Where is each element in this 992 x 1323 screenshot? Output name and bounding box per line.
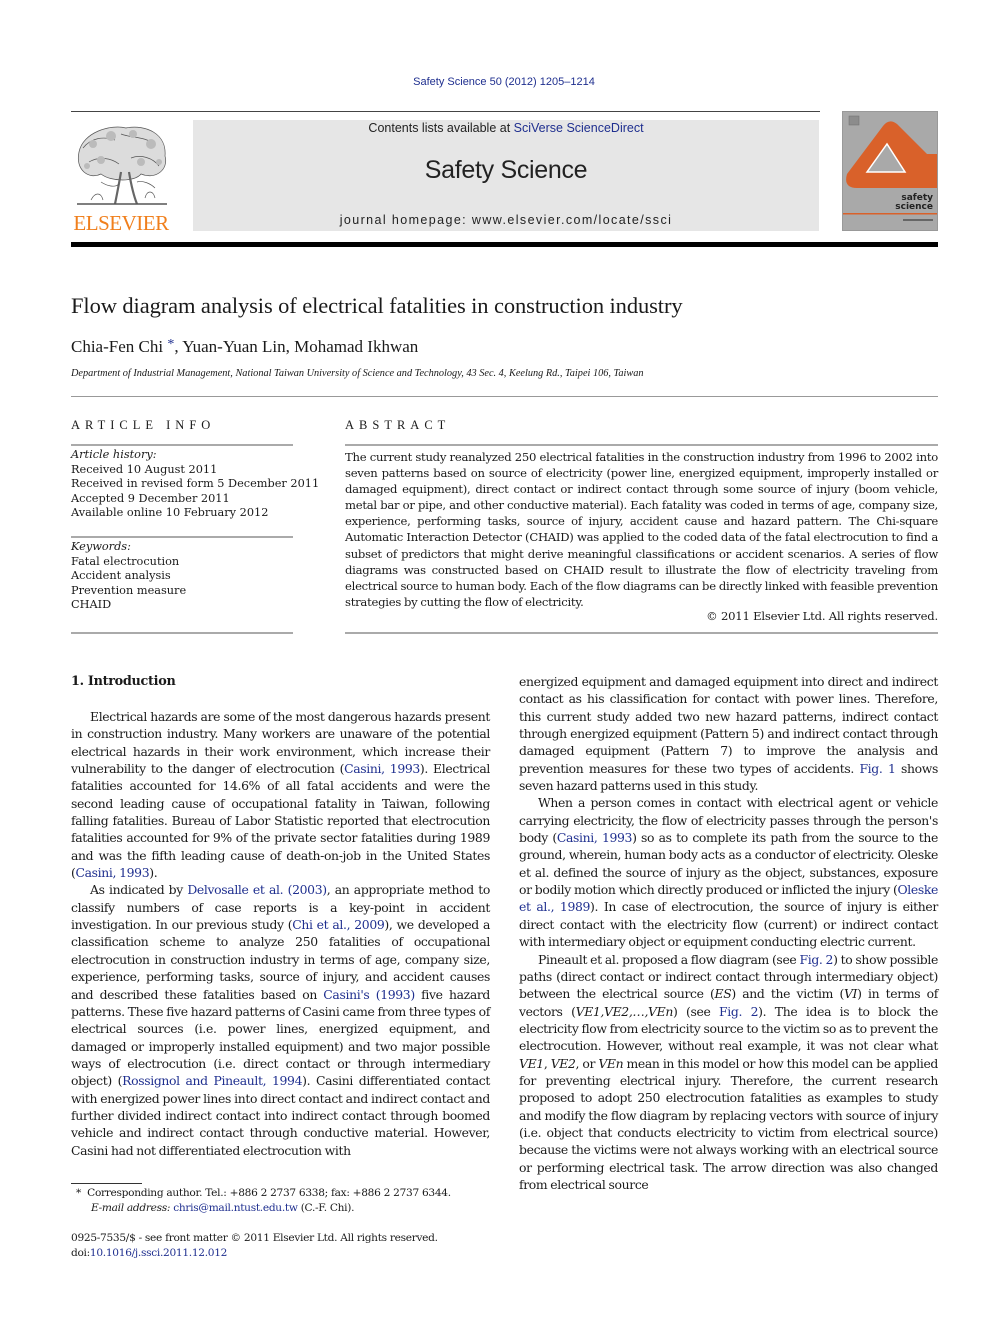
divider bbox=[345, 444, 938, 446]
issn-block: 0925-7535/$ - see front matter © 2011 El… bbox=[71, 1231, 438, 1260]
text-run: , or bbox=[575, 1055, 599, 1071]
citation-link[interactable]: Rossignol and Pineault, 1994 bbox=[122, 1073, 302, 1088]
author-name[interactable]: Chia-Fen Chi bbox=[71, 337, 163, 356]
history-item: Available online 10 February 2012 bbox=[71, 506, 269, 519]
divider bbox=[71, 536, 293, 538]
abstract-heading: ABSTRACT bbox=[345, 418, 451, 432]
email-link[interactable]: chris@mail.ntust.edu.tw bbox=[173, 1202, 298, 1214]
article-info-heading: ARTICLE INFO bbox=[71, 418, 216, 432]
article-title: Flow diagram analysis of electrical fata… bbox=[71, 293, 683, 318]
text-run: ). Electrical fatalities accounted for 1… bbox=[71, 761, 490, 881]
text-run: ) and the victim ( bbox=[731, 986, 844, 1002]
elsevier-tree-icon bbox=[77, 126, 167, 205]
divider bbox=[71, 632, 293, 634]
keywords-label: Keywords: bbox=[71, 540, 131, 553]
abstract-copyright: © 2011 Elsevier Ltd. All rights reserved… bbox=[706, 609, 938, 623]
italic-text: VI bbox=[843, 986, 858, 1002]
contents-prefix: Contents lists available at bbox=[368, 121, 514, 135]
paragraph: energized equipment and damaged equipmen… bbox=[519, 673, 938, 794]
text-run: Pineault et al. proposed a flow diagram … bbox=[538, 951, 800, 967]
paragraph: Pineault et al. proposed a flow diagram … bbox=[519, 951, 938, 1194]
italic-text: VE2 bbox=[550, 1055, 576, 1071]
section-heading-introduction: 1. Introduction bbox=[71, 674, 176, 689]
keyword-item: Prevention measure bbox=[71, 583, 187, 597]
citation-link[interactable]: Delvosalle et al. (2003) bbox=[187, 882, 327, 897]
abstract-text: The current study reanalyzed 250 electri… bbox=[345, 450, 938, 609]
divider bbox=[345, 632, 938, 634]
elsevier-wordmark: ELSEVIER bbox=[73, 211, 169, 235]
keyword-item: Accident analysis bbox=[71, 569, 171, 582]
italic-text: ES bbox=[714, 986, 732, 1002]
divider bbox=[71, 396, 938, 397]
text-run: ). bbox=[149, 865, 158, 881]
footnote-rule bbox=[71, 1183, 142, 1184]
contents-line: Contents lists available at SciVerse Sci… bbox=[193, 121, 819, 135]
citation-link[interactable]: Casini's (1993) bbox=[323, 987, 415, 1002]
body-column-left: Electrical hazards are some of the most … bbox=[71, 708, 490, 1159]
citation-link[interactable]: Fig. 2 bbox=[719, 1004, 758, 1019]
header-rule bbox=[71, 111, 820, 112]
keyword-item: CHAID bbox=[71, 598, 112, 611]
header-thick-rule bbox=[71, 242, 938, 247]
citation-link[interactable]: Casini, 1993 bbox=[557, 830, 633, 845]
divider bbox=[71, 444, 293, 446]
citation-link[interactable]: Fig. 2 bbox=[799, 952, 833, 967]
issn-line: 0925-7535/$ - see front matter © 2011 El… bbox=[71, 1232, 438, 1244]
italic-text: VE1,VE2,…,VEn bbox=[575, 1003, 674, 1019]
corresponding-author-footnote: * Corresponding author. Tel.: +886 2 273… bbox=[76, 1186, 451, 1215]
journal-citation-link[interactable]: Safety Science 50 (2012) 1205–1214 bbox=[0, 76, 992, 88]
journal-name: Safety Science bbox=[424, 156, 588, 184]
keywords: Keywords: Fatal electrocution Accident a… bbox=[71, 540, 186, 613]
history-item: Received in revised form 5 December 2011 bbox=[71, 477, 320, 490]
citation-link[interactable]: Chi et al., 2009 bbox=[292, 917, 384, 932]
journal-masthead: Contents lists available at SciVerse Sci… bbox=[193, 120, 819, 231]
body-column-right: energized equipment and damaged equipmen… bbox=[519, 673, 938, 1193]
italic-text: VEn bbox=[598, 1055, 624, 1071]
doi-prefix: doi: bbox=[71, 1246, 90, 1259]
email-label: E-mail address: bbox=[91, 1201, 171, 1214]
article-history-label: Article history: bbox=[71, 448, 157, 461]
citation-link[interactable]: Casini, 1993 bbox=[75, 865, 149, 880]
journal-cover-thumbnail[interactable]: safety science bbox=[842, 111, 938, 231]
footnote-marker: * bbox=[76, 1187, 81, 1199]
author-affiliation: Department of Industrial Management, Nat… bbox=[71, 368, 644, 379]
sciencedirect-link[interactable]: SciVerse ScienceDirect bbox=[514, 121, 644, 135]
elsevier-logo[interactable]: ELSEVIER bbox=[71, 118, 171, 235]
author-name[interactable]: Mohamad Ikhwan bbox=[294, 337, 418, 356]
doi-link[interactable]: 10.1016/j.ssci.2011.12.012 bbox=[90, 1247, 227, 1259]
history-item: Accepted 9 December 2011 bbox=[71, 491, 230, 505]
cover-title-line2: science bbox=[895, 202, 933, 212]
author-separator: , bbox=[285, 337, 295, 356]
article-history: Article history: Received 10 August 2011… bbox=[71, 448, 319, 521]
journal-cover-art-icon: safety science bbox=[843, 112, 937, 230]
text-run: ) (see bbox=[672, 1003, 720, 1019]
text-run: , bbox=[543, 1055, 551, 1071]
paragraph: As indicated by Delvosalle et al. (2003)… bbox=[71, 881, 490, 1159]
paragraph: Electrical hazards are some of the most … bbox=[71, 708, 490, 881]
footnote-contact: Corresponding author. Tel.: +886 2 2737 … bbox=[87, 1187, 451, 1199]
journal-homepage-link[interactable]: journal homepage: www.elsevier.com/locat… bbox=[193, 213, 819, 227]
author-name[interactable]: Yuan-Yuan Lin bbox=[182, 337, 285, 356]
text-run: As indicated by bbox=[90, 882, 188, 898]
citation-link[interactable]: Casini, 1993 bbox=[344, 761, 420, 776]
history-item: Received 10 August 2011 bbox=[71, 462, 218, 476]
citation-link[interactable]: Fig. 1 bbox=[859, 761, 895, 776]
keyword-item: Fatal electrocution bbox=[71, 554, 180, 568]
text-run: mean in this model or how this model can… bbox=[519, 1055, 939, 1192]
paragraph: When a person comes in contact with elec… bbox=[519, 794, 938, 950]
email-suffix: (C.-F. Chi). bbox=[297, 1201, 355, 1214]
italic-text: VE1 bbox=[519, 1055, 544, 1071]
author-list: Chia-Fen Chi *, Yuan-Yuan Lin, Mohamad I… bbox=[71, 337, 418, 357]
